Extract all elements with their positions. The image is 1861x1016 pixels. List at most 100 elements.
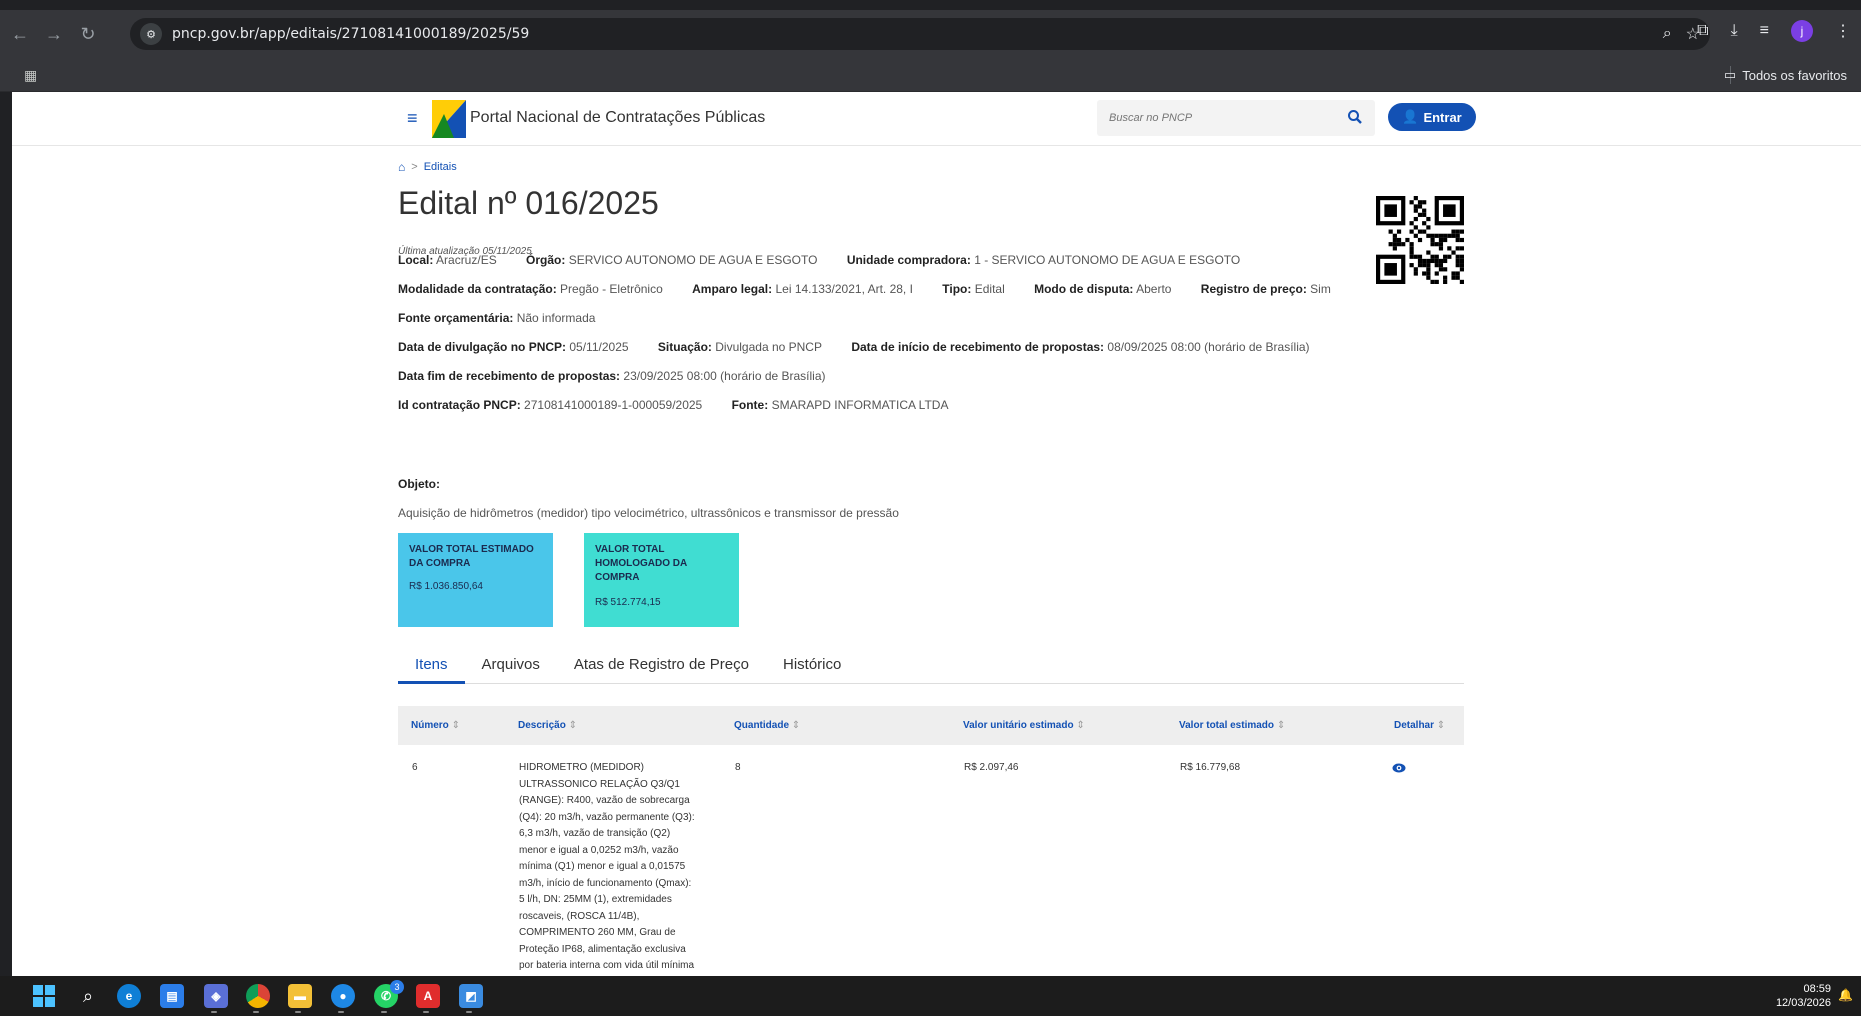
reload-icon[interactable]: ↻ <box>74 20 102 48</box>
home-icon[interactable]: ⌂ <box>398 160 405 174</box>
cell-descricao: HIDROMETRO (MEDIDOR) ULTRASSONICO RELAÇÃO… <box>519 760 719 975</box>
reading-list-icon[interactable]: ≡ <box>1760 22 1769 40</box>
search-input[interactable] <box>1097 100 1327 136</box>
zoom-icon[interactable]: ⌕ <box>1663 25 1672 43</box>
address-bar[interactable]: ⚙ pncp.gov.br/app/editais/27108141000189… <box>130 18 1710 50</box>
window-edge <box>0 92 12 976</box>
app-icon-3[interactable]: ◩ <box>459 984 483 1008</box>
taskbar-running-indicator <box>466 1011 472 1013</box>
description-line: (Q4): 20 m3/h, vazão permanente (Q3): <box>519 811 695 823</box>
breadcrumb: ⌂ > Editais <box>398 160 457 174</box>
tab-arquivos[interactable]: Arquivos <box>465 650 557 684</box>
info-row-6: Id contratação PNCP: 27108141000189-1-00… <box>398 398 974 412</box>
edge-icon[interactable]: e <box>117 984 141 1008</box>
menu-icon[interactable]: ⋮ <box>1835 21 1851 41</box>
bookmarks-bar: ▦ ▭ Todos os favoritos <box>0 58 1861 92</box>
search-icon[interactable] <box>1347 109 1363 125</box>
fim-value: 23/09/2025 08:00 (horário de Brasília) <box>623 369 826 383</box>
browser-toolbar: ← → ↻ ⚙ pncp.gov.br/app/editais/27108141… <box>0 10 1861 58</box>
cell-quantidade: 8 <box>735 762 741 773</box>
fonte-label: Fonte: <box>731 398 769 412</box>
tipo-value: Edital <box>974 282 1005 296</box>
system-clock[interactable]: 08:59 12/03/2026 <box>1776 982 1831 1010</box>
app-icon-2[interactable]: ● <box>331 984 355 1008</box>
column-header-numero[interactable]: Número ⇕ <box>411 720 460 731</box>
tab-historico[interactable]: Histórico <box>766 650 858 684</box>
column-header-detalhar[interactable]: Detalhar ⇕ <box>1394 720 1445 731</box>
description-line: COMPRIMENTO 260 MM, Grau de <box>519 927 676 938</box>
sort-icon: ⇕ <box>1076 720 1085 731</box>
whatsapp-badge: 3 <box>390 980 404 994</box>
fim-label: Data fim de recebimento de propostas: <box>398 369 621 383</box>
registro-label: Registro de preço: <box>1200 282 1307 296</box>
description-line: 6,3 m3/h, vazão de transição (Q2) <box>519 828 671 839</box>
back-icon[interactable]: ← <box>6 20 34 48</box>
card-valor-homologado: VALOR TOTAL HOMOLOGADO DA COMPRA R$ 512.… <box>584 533 739 627</box>
table-header: Número ⇕ Descrição ⇕ Quantidade ⇕ Valor … <box>398 706 1464 745</box>
column-label: Valor unitário estimado <box>963 720 1074 731</box>
windows-start-icon[interactable] <box>32 984 56 1008</box>
extensions-icon[interactable]: ⧉ <box>1697 22 1708 40</box>
profile-avatar[interactable]: j <box>1791 20 1813 42</box>
apps-grid-icon[interactable]: ▦ <box>24 67 37 84</box>
window-titlebar <box>0 0 1861 10</box>
card-valor-estimado: VALOR TOTAL ESTIMADO DA COMPRA R$ 1.036.… <box>398 533 553 627</box>
pncp-logo[interactable] <box>432 100 466 138</box>
fonte-orcamentaria-value: Não informada <box>516 311 596 325</box>
forward-icon[interactable]: → <box>40 20 68 48</box>
divulgacao-value: 05/11/2025 <box>569 340 629 354</box>
column-header-valor-total[interactable]: Valor total estimado ⇕ <box>1179 720 1285 731</box>
unidade-label: Unidade compradora: <box>846 253 971 267</box>
taskbar-running-indicator <box>338 1011 344 1013</box>
eye-icon[interactable] <box>1392 762 1406 774</box>
column-label: Detalhar <box>1394 720 1435 731</box>
info-row-1: Local: Aracruz/ES Órgão: SERVICO AUTONOM… <box>398 253 1266 267</box>
unidade-value: 1 - SERVICO AUTONOMO DE AGUA E ESGOTO <box>974 253 1241 267</box>
card-value: R$ 1.036.850,64 <box>409 581 483 592</box>
description-line: por bateria interna com vida útil mínima <box>519 960 695 971</box>
card-label: VALOR TOTAL ESTIMADO DA COMPRA <box>409 544 534 569</box>
tab-atas[interactable]: Atas de Registro de Preço <box>557 650 766 684</box>
taskbar-running-indicator <box>253 1011 259 1013</box>
cell-numero: 6 <box>412 762 418 773</box>
situacao-label: Situação: <box>657 340 712 354</box>
fonte-value: SMARAPD INFORMATICA LTDA <box>771 398 949 412</box>
url-text[interactable]: pncp.gov.br/app/editais/27108141000189/2… <box>172 26 529 42</box>
login-button[interactable]: 👤 Entrar <box>1388 103 1476 131</box>
clock-time: 08:59 <box>1803 983 1831 995</box>
description-line: Proteção IP68, alimentação exclusiva <box>519 943 686 955</box>
portal-title[interactable]: Portal Nacional de Contratações Públicas <box>470 109 765 127</box>
cell-valor-total: R$ 16.779,68 <box>1180 762 1241 773</box>
store-icon[interactable]: ▤ <box>160 984 184 1008</box>
search-taskbar-icon[interactable]: ⌕ <box>76 984 100 1008</box>
notification-bell-icon[interactable]: 🔔 <box>1838 988 1853 1002</box>
column-header-descricao[interactable]: Descrição ⇕ <box>518 720 577 731</box>
column-label: Número <box>411 720 449 731</box>
chrome-icon[interactable] <box>246 984 270 1008</box>
site-settings-icon[interactable]: ⚙ <box>140 23 162 45</box>
description-line: roscaveis, (ROSCA 11/4B), <box>519 910 640 922</box>
column-header-valor-unitario[interactable]: Valor unitário estimado ⇕ <box>963 720 1085 731</box>
card-value: R$ 512.774,15 <box>595 597 661 608</box>
all-bookmarks-folder[interactable]: ▭ Todos os favoritos <box>1724 67 1847 83</box>
download-icon[interactable]: ⤓ <box>1731 22 1738 40</box>
windows-taskbar: ⌕ e ▤ ◈ ▬ ● ✆ 3 A ◩ 08:59 12/03/2026 🔔 <box>0 976 1861 1016</box>
tab-itens[interactable]: Itens <box>398 650 465 684</box>
file-explorer-icon[interactable]: ▬ <box>288 984 312 1008</box>
inicio-value: 08/09/2025 08:00 (horário de Brasília) <box>1107 340 1310 354</box>
info-row-5: Data fim de recebimento de propostas: 23… <box>398 369 852 383</box>
cell-valor-unitario: R$ 2.097,46 <box>964 762 1019 773</box>
sort-icon: ⇕ <box>1276 720 1286 731</box>
modalidade-label: Modalidade da contratação: <box>398 282 557 296</box>
folder-icon: ▭ <box>1723 67 1737 82</box>
bookmarks-folder-label: Todos os favoritos <box>1742 67 1847 83</box>
column-header-quantidade[interactable]: Quantidade ⇕ <box>734 720 800 731</box>
app-icon[interactable]: ◈ <box>204 984 228 1008</box>
hamburger-menu-icon[interactable]: ≡ <box>407 108 418 129</box>
user-icon: 👤 <box>1402 109 1419 124</box>
acrobat-icon[interactable]: A <box>416 984 440 1008</box>
tab-bar: Itens Arquivos Atas de Registro de Preço… <box>398 650 1464 684</box>
breadcrumb-editais[interactable]: Editais <box>424 161 457 173</box>
taskbar-running-indicator <box>295 1011 301 1013</box>
sort-icon: ⇕ <box>791 720 801 731</box>
